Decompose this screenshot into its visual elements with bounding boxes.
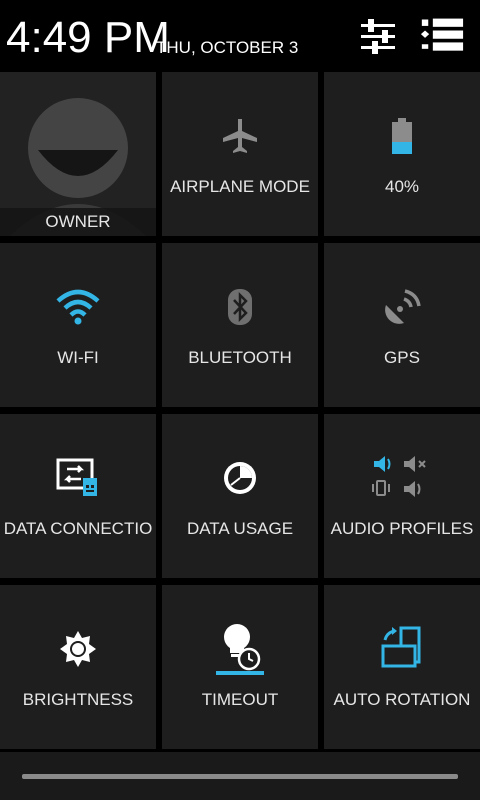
tile-wifi[interactable]: WI-FI	[0, 243, 156, 407]
tile-label: BLUETOOTH	[188, 348, 292, 367]
gps-icon	[385, 289, 421, 324]
tile-auto-rotation[interactable]: AUTO ROTATION	[324, 585, 480, 749]
battery-icon	[392, 118, 412, 154]
date-label: THU, OCTOBER 3	[156, 38, 299, 57]
tile-data-connection[interactable]: DATA CONNECTIO	[0, 414, 156, 578]
data-usage-icon	[224, 462, 256, 494]
tile-label: TIMEOUT	[201, 690, 279, 709]
data-connection-icon	[56, 458, 97, 496]
audio-profiles-icon	[372, 456, 426, 497]
wifi-icon	[56, 289, 100, 325]
quick-settings-grid: OWNER AIRPLANE MODE 40% WI-FI BLUETOOTH …	[0, 72, 480, 752]
tile-label: AUDIO PROFILES	[330, 519, 474, 538]
tile-label: WI-FI	[57, 348, 99, 367]
auto-rotation-icon	[381, 626, 421, 668]
status-header: 4:49 PM THU, OCTOBER 3	[0, 0, 480, 72]
tile-airplane-mode[interactable]: AIRPLANE MODE	[162, 72, 318, 236]
tile-gps[interactable]: GPS	[324, 243, 480, 407]
tile-owner[interactable]: OWNER	[0, 72, 156, 236]
tile-label: DATA USAGE	[186, 519, 294, 538]
sliders-icon	[361, 19, 395, 54]
tile-label: DATA CONNECTIO	[3, 519, 153, 538]
tile-audio-profiles[interactable]: AUDIO PROFILES	[324, 414, 480, 578]
tile-label: OWNER	[45, 212, 111, 231]
quick-settings-button[interactable]	[356, 14, 400, 58]
brightness-icon	[60, 631, 96, 667]
tile-label: AUTO ROTATION	[333, 690, 471, 709]
tile-label: BRIGHTNESS	[22, 690, 134, 709]
tile-label: AIRPLANE MODE	[170, 177, 310, 196]
airplane-icon	[223, 119, 257, 153]
drag-handle[interactable]	[22, 774, 458, 779]
bluetooth-icon	[228, 289, 252, 325]
tile-timeout[interactable]: TIMEOUT	[162, 585, 318, 749]
panel-bottom-bar	[0, 752, 480, 800]
tile-label: GPS	[384, 348, 420, 367]
clock-time: 4:49 PM	[6, 13, 170, 62]
tile-bluetooth[interactable]: BLUETOOTH	[162, 243, 318, 407]
tile-data-usage[interactable]: DATA USAGE	[162, 414, 318, 578]
tile-battery[interactable]: 40%	[324, 72, 480, 236]
notifications-list-button[interactable]	[420, 14, 464, 58]
tile-brightness[interactable]: BRIGHTNESS	[0, 585, 156, 749]
timeout-icon	[216, 624, 264, 675]
tile-label: 40%	[384, 177, 420, 196]
notification-list-icon	[420, 18, 464, 51]
